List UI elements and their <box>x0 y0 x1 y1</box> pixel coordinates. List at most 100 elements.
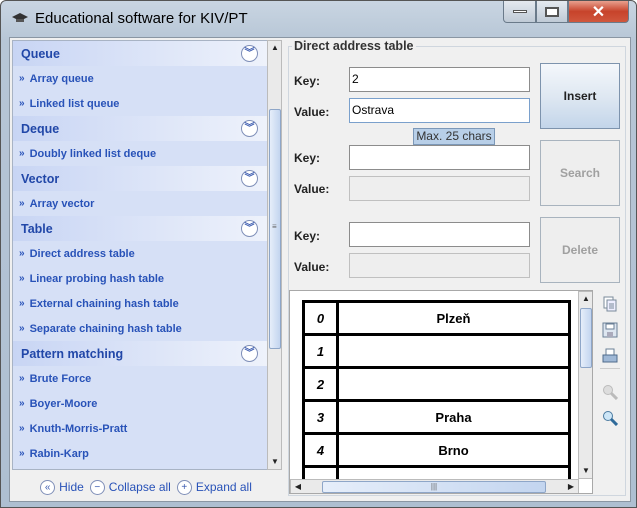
scroll-thumb[interactable]: ≡ <box>269 109 281 349</box>
double-chevron-right-icon: » <box>19 373 25 384</box>
double-chevron-right-icon: » <box>19 323 25 334</box>
double-chevron-down-icon[interactable]: ︾ <box>241 45 258 62</box>
sidebar-item[interactable]: » Knuth-Morris-Pratt <box>13 416 267 441</box>
double-chevron-right-icon: » <box>19 398 25 409</box>
sidebar-item[interactable]: » Brute Force <box>13 366 267 391</box>
save-icon[interactable] <box>602 322 618 338</box>
app-window: Educational software for KIV/PT ✕ Queue ︾… <box>0 0 637 508</box>
minimize-icon <box>512 10 527 13</box>
close-icon: ✕ <box>591 3 606 21</box>
delete-key-label: Key: <box>294 229 321 243</box>
search-button[interactable]: Search <box>540 140 620 206</box>
panel-title: Direct address table <box>292 39 416 53</box>
item-label: Separate chaining hash table <box>29 322 182 335</box>
search-key-input[interactable] <box>349 145 530 170</box>
delete-key-input[interactable] <box>349 222 530 247</box>
insert-value-input[interactable]: Ostrava <box>349 98 530 123</box>
value-cell <box>336 333 571 369</box>
sidebar-item[interactable]: » External chaining hash table <box>13 291 267 316</box>
table-horizontal-scrollbar[interactable]: ◀ ||| ▶ <box>290 479 579 493</box>
minimize-button[interactable] <box>503 1 536 23</box>
content-area: Queue ︾ » Array queue » Linked list queue Dequ… <box>9 37 631 502</box>
sidebar-section-header[interactable]: Deque ︾ <box>13 116 267 141</box>
item-label: Knuth-Morris-Pratt <box>29 422 128 435</box>
zoom-in-icon[interactable] <box>602 410 618 426</box>
key-cell: 2 <box>302 366 339 402</box>
double-chevron-down-icon[interactable]: ︾ <box>241 120 258 137</box>
scroll-right-button[interactable]: ▶ <box>564 480 578 493</box>
double-chevron-right-icon: » <box>19 148 25 159</box>
key-cell: 0 <box>302 300 339 336</box>
value-cell: Praha <box>336 399 571 435</box>
scroll-left-button[interactable]: ◀ <box>291 480 305 493</box>
sidebar-scrollbar[interactable]: ▲ ≡ ▼ <box>267 40 282 470</box>
key-cell: 3 <box>302 399 339 435</box>
table-view: 0Plzeň123Praha4Brno5 ▲ ▼ ◀ ||| ▶ <box>289 290 593 494</box>
section-label: Deque <box>21 121 60 136</box>
sidebar-item[interactable]: » Linear probing hash table <box>13 266 267 291</box>
double-chevron-right-icon: » <box>19 198 25 209</box>
sidebar-item[interactable]: » Array vector <box>13 191 267 216</box>
delete-value-output <box>349 253 530 278</box>
double-chevron-left-icon: « <box>40 479 56 495</box>
section-label: Queue <box>21 46 60 61</box>
maximize-button[interactable] <box>536 1 568 23</box>
item-label: Rabin-Karp <box>29 447 89 460</box>
item-label: Linear probing hash table <box>29 272 165 285</box>
double-chevron-right-icon: » <box>19 98 25 109</box>
sidebar-item[interactable]: » Doubly linked list deque <box>13 141 267 166</box>
table-row: 4 Brno <box>302 432 571 468</box>
delete-value-label: Value: <box>294 260 330 274</box>
sidebar-section-header[interactable]: Pattern matching ︾ <box>13 341 267 366</box>
double-chevron-down-icon[interactable]: ︾ <box>241 345 258 362</box>
section-label: Vector <box>21 171 60 186</box>
table-row: 0 Plzeň <box>302 300 571 336</box>
window-title: Educational software for KIV/PT <box>35 10 248 27</box>
value-cell: Brno <box>336 432 571 468</box>
section-label: Table <box>21 221 53 236</box>
search-value-label: Value: <box>294 182 330 196</box>
key-cell: 1 <box>302 333 339 369</box>
search-key-label: Key: <box>294 151 321 165</box>
item-label: Doubly linked list deque <box>29 147 157 160</box>
delete-button[interactable]: Delete <box>540 217 620 283</box>
collapse-all-button[interactable]: − Collapse all <box>89 479 171 495</box>
scroll-thumb[interactable]: ||| <box>322 481 546 493</box>
insert-key-input[interactable]: 2 <box>349 67 530 92</box>
double-chevron-down-icon[interactable]: ︾ <box>241 220 258 237</box>
insert-key-label: Key: <box>294 74 321 88</box>
sidebar-item[interactable]: » Direct address table <box>13 241 267 266</box>
hide-button[interactable]: «Hide <box>40 479 84 495</box>
table-vertical-scrollbar[interactable]: ▲ ▼ <box>578 291 592 479</box>
insert-button[interactable]: Insert <box>540 63 620 129</box>
sidebar-section-header[interactable]: Queue ︾ <box>13 41 267 66</box>
double-chevron-right-icon: » <box>19 273 25 284</box>
table-row: 3 Praha <box>302 399 571 435</box>
plus-icon: + <box>176 479 192 495</box>
zoom-out-icon <box>603 385 618 400</box>
sidebar-item[interactable]: » Rabin-Karp <box>13 441 267 466</box>
scroll-down-button[interactable]: ▼ <box>268 455 282 469</box>
double-chevron-down-icon[interactable]: ︾ <box>241 170 258 187</box>
copy-icon[interactable] <box>602 296 618 312</box>
item-label: Linked list queue <box>29 97 120 110</box>
scroll-up-button[interactable]: ▲ <box>268 41 282 55</box>
sidebar-item[interactable]: » Linked list queue <box>13 91 267 116</box>
sidebar-item[interactable]: » Array queue <box>13 66 267 91</box>
sidebar-item[interactable]: » Boyer-Moore <box>13 391 267 416</box>
expand-all-button[interactable]: + Expand all <box>176 479 252 495</box>
close-button[interactable]: ✕ <box>568 1 629 23</box>
scroll-up-button[interactable]: ▲ <box>579 292 592 306</box>
sidebar-section-header[interactable]: Table ︾ <box>13 216 267 241</box>
direct-address-table: 0Plzeň123Praha4Brno5 <box>302 300 571 493</box>
scroll-thumb[interactable] <box>580 308 592 368</box>
sidebar-footer: «Hide − Collapse all + Expand all <box>10 474 282 500</box>
print-icon[interactable] <box>602 348 618 364</box>
sidebar-item[interactable]: » Separate chaining hash table <box>13 316 267 341</box>
maximize-icon <box>545 6 559 17</box>
minus-icon: − <box>89 479 105 495</box>
table-row: 1 <box>302 333 571 369</box>
item-label: Array vector <box>29 197 95 210</box>
sidebar-section-header[interactable]: Vector ︾ <box>13 166 267 191</box>
scroll-down-button[interactable]: ▼ <box>579 464 592 478</box>
